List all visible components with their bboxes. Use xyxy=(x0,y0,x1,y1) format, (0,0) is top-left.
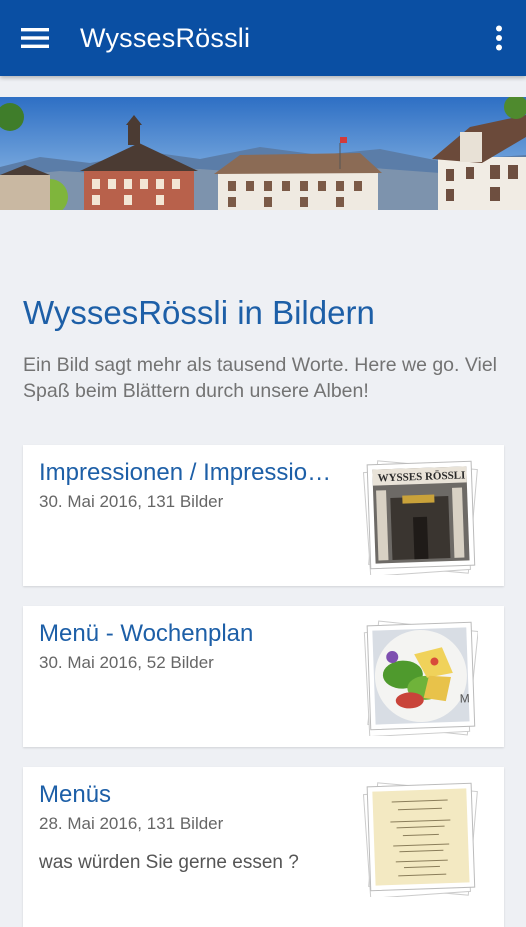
app-bar: WyssesRössli xyxy=(0,0,526,76)
album-meta: 30. Mai 2016, 52 Bilder xyxy=(39,653,214,672)
album-meta: 28. Mai 2016, 131 Bilder xyxy=(39,814,224,833)
hero-banner-image xyxy=(0,97,526,210)
gallery-heading: WyssesRössli in Bildern xyxy=(23,294,375,331)
album-description: was würden Sie gerne essen ? xyxy=(39,852,299,873)
album-meta: 30. Mai 2016, 131 Bilder xyxy=(39,492,224,511)
more-vert-icon xyxy=(496,25,502,51)
hamburger-menu-button[interactable] xyxy=(0,0,70,76)
album-card-menus[interactable]: Menüs 28. Mai 2016, 131 Bilder was würde… xyxy=(23,767,504,927)
album-title: Menüs xyxy=(39,781,112,808)
album-card-menu-wochenplan[interactable]: Menü - Wochenplan 30. Mai 2016, 52 Bilde… xyxy=(23,606,504,747)
svg-text:M: M xyxy=(460,691,470,705)
overflow-menu-button[interactable] xyxy=(484,20,514,56)
salad-plate-thumbnail: M xyxy=(363,618,478,736)
album-title: Impressionen / Impressionen xyxy=(39,459,339,486)
hamburger-icon xyxy=(21,28,49,48)
menu-card-thumbnail xyxy=(363,779,478,897)
album-card-impressionen[interactable]: Impressionen / Impressionen 30. Mai 2016… xyxy=(23,445,504,586)
hotel-entrance-thumbnail: WYSSES RÖSSLI xyxy=(363,457,478,575)
gallery-description: Ein Bild sagt mehr als tausend Worte. He… xyxy=(23,354,498,402)
album-title: Menü - Wochenplan xyxy=(39,620,254,647)
app-title: WyssesRössli xyxy=(80,22,251,53)
